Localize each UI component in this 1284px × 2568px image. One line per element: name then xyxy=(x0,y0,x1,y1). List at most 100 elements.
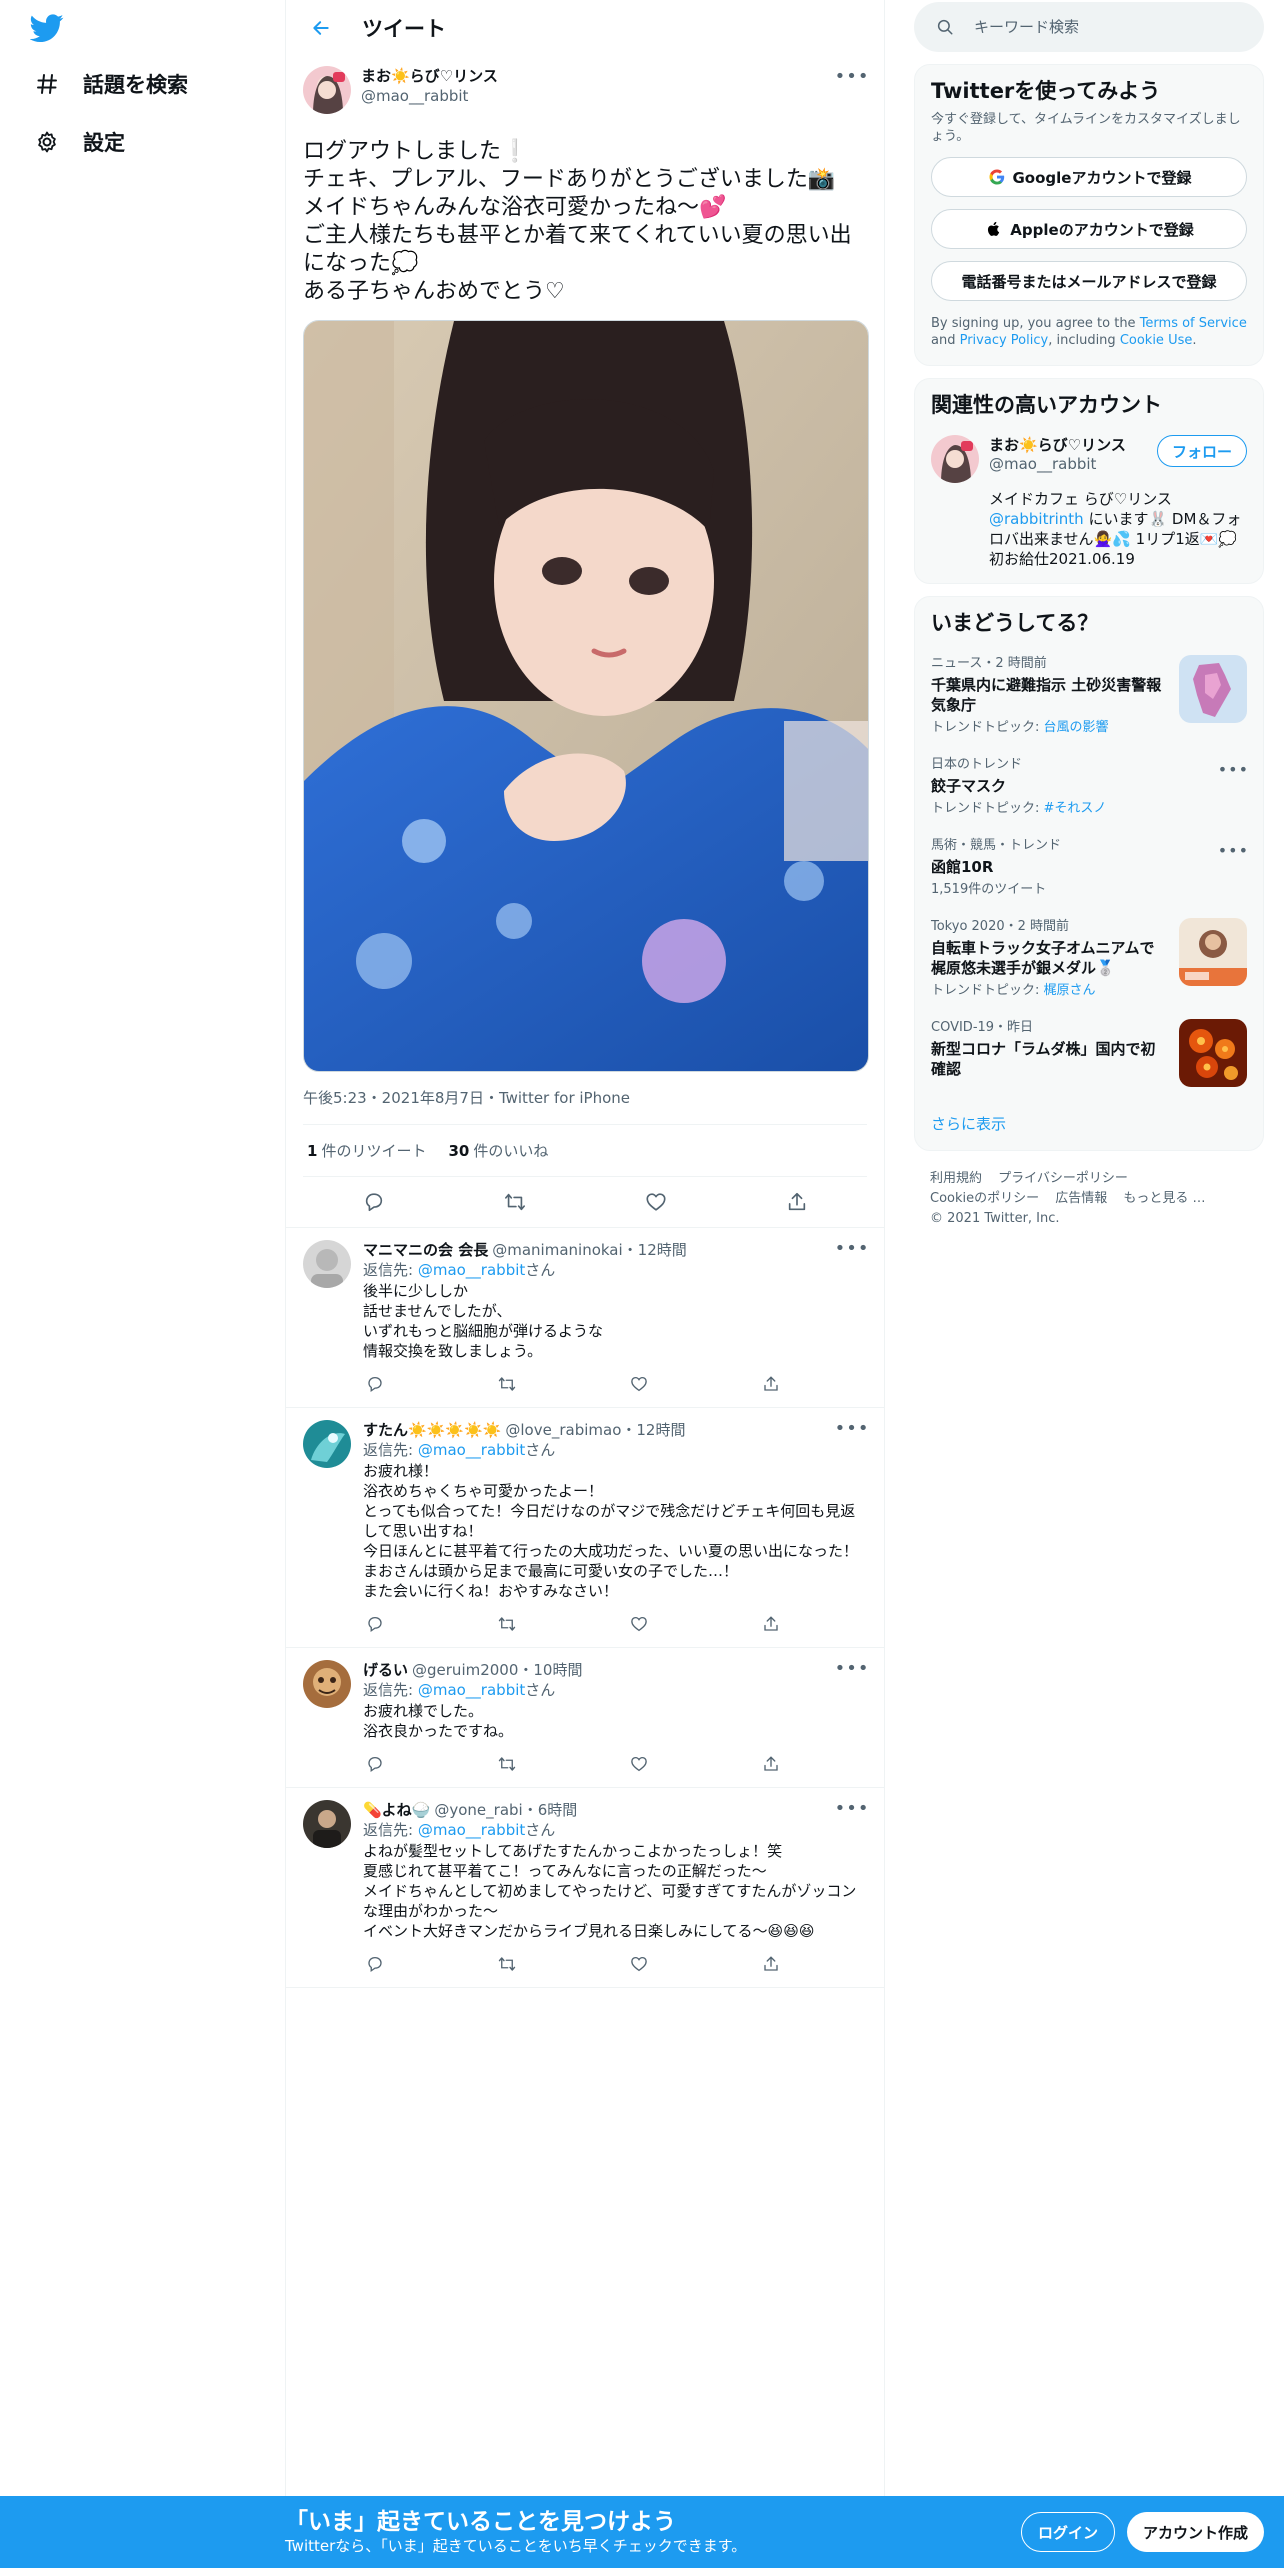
more-icon[interactable]: ••• xyxy=(1218,760,1249,779)
show-more-link[interactable]: さらに表示 xyxy=(915,1097,1263,1150)
footer-link-more[interactable]: もっと見る … xyxy=(1123,1191,1205,1206)
search-input[interactable] xyxy=(974,18,1224,36)
trend-thumbnail xyxy=(1179,1019,1247,1087)
reply-text: お疲れ様！ 浴衣めちゃくちゃ可愛かったよー！ とっても似合ってた！今日だけなのが… xyxy=(363,1462,859,1600)
tweet-timestamp[interactable]: 午後5:23・2021年8月7日・Twitter for iPhone xyxy=(303,1088,867,1125)
footer-link-terms[interactable]: 利用規約 xyxy=(930,1171,982,1186)
avatar[interactable] xyxy=(303,1420,351,1468)
share-icon xyxy=(788,1192,805,1211)
reply-author-name[interactable]: げるい xyxy=(363,1660,408,1680)
retweet-button[interactable] xyxy=(500,1187,530,1217)
like-button[interactable] xyxy=(627,1612,651,1636)
share-icon xyxy=(764,1616,778,1631)
share-button[interactable] xyxy=(759,1752,783,1776)
apple-signup-button[interactable]: Appleのアカウントで登録 xyxy=(931,209,1247,249)
reply-button[interactable] xyxy=(363,1372,387,1396)
reply-button[interactable] xyxy=(363,1952,387,1976)
reply-author-name[interactable]: すたん☀️☀️☀️☀️☀️ xyxy=(363,1420,501,1440)
avatar[interactable] xyxy=(931,435,979,483)
related-account-name[interactable]: まお☀️らび♡リンス xyxy=(989,435,1157,455)
bio-mention-link[interactable]: @rabbitrinth xyxy=(989,510,1084,528)
trend-title: 千葉県内に避難指示 土砂災害警報 気象庁 xyxy=(931,676,1162,714)
reply-tweet[interactable]: げるい @geruim2000・10時間 返信先: @mao__rabbitさん … xyxy=(286,1647,884,1787)
reply-button[interactable] xyxy=(363,1612,387,1636)
retweet-count[interactable]: 1 件のリツイート xyxy=(307,1140,426,1161)
more-icon[interactable]: ••• xyxy=(835,66,869,87)
reply-to-user-link[interactable]: @mao__rabbit xyxy=(418,1441,525,1459)
retweet-button[interactable] xyxy=(495,1752,519,1776)
trend-topic-link[interactable]: 梶原さん xyxy=(1044,983,1096,998)
trend-topic-link[interactable]: #それスノ xyxy=(1044,801,1107,816)
footer-link-ads[interactable]: 広告情報 xyxy=(1055,1191,1107,1206)
trend-item[interactable]: ニュース・2 時間前 千葉県内に避難指示 土砂災害警報 気象庁 トレンドトピック… xyxy=(915,645,1263,746)
reply-button[interactable] xyxy=(363,1752,387,1776)
phone-signup-button[interactable]: 電話番号またはメールアドレスで登録 xyxy=(931,261,1247,301)
follow-button[interactable]: フォロー xyxy=(1156,435,1247,467)
related-account-handle[interactable]: @mao__rabbit xyxy=(989,455,1157,473)
signup-legal: By signing up, you agree to the Terms of… xyxy=(931,316,1247,348)
more-icon[interactable]: ••• xyxy=(835,1798,869,1819)
nav-settings[interactable]: 設定 xyxy=(33,120,125,164)
like-button[interactable] xyxy=(627,1952,651,1976)
footer-link-privacy[interactable]: プライバシーポリシー xyxy=(998,1171,1128,1186)
reply-to-user-link[interactable]: @mao__rabbit xyxy=(418,1821,525,1839)
avatar[interactable] xyxy=(303,1800,351,1848)
retweet-icon xyxy=(504,1193,525,1211)
share-button[interactable] xyxy=(759,1952,783,1976)
reply-author-handle[interactable]: @manimaninokai・12時間 xyxy=(492,1240,687,1260)
trend-item[interactable]: 日本のトレンド 餃子マスク トレンドトピック: #それスノ ••• xyxy=(915,746,1263,827)
reply-button[interactable] xyxy=(359,1187,389,1217)
reply-author-handle[interactable]: @geruim2000・10時間 xyxy=(412,1660,582,1680)
trend-item[interactable]: 馬術・競馬・トレンド 函館10R 1,519件のツイート ••• xyxy=(915,827,1263,908)
reply-author-name[interactable]: マニマニの会 会長 xyxy=(363,1240,488,1260)
more-icon[interactable]: ••• xyxy=(1218,841,1249,860)
avatar[interactable] xyxy=(303,1660,351,1708)
reply-author-handle[interactable]: @yone_rabi・6時間 xyxy=(434,1800,577,1820)
footer-link-cookie[interactable]: Cookieのポリシー xyxy=(930,1191,1039,1206)
trend-item[interactable]: Tokyo 2020・2 時間前 自転車トラック女子オムニアムで梶原悠未選手が銀… xyxy=(915,908,1263,1009)
search-box[interactable] xyxy=(914,2,1264,52)
avatar[interactable] xyxy=(303,66,351,114)
author-name[interactable]: まお☀️らび♡リンス xyxy=(361,66,837,86)
share-button[interactable] xyxy=(759,1372,783,1396)
like-button[interactable] xyxy=(641,1187,671,1217)
trend-item[interactable]: COVID-19・昨日 新型コロナ「ラムダ株」国内で初確認 xyxy=(915,1009,1263,1097)
trend-topic-link[interactable]: 台風の影響 xyxy=(1044,720,1109,735)
retweet-button[interactable] xyxy=(495,1952,519,1976)
back-button[interactable] xyxy=(306,13,336,43)
like-button[interactable] xyxy=(627,1752,651,1776)
reply-actions xyxy=(363,1741,783,1787)
more-icon[interactable]: ••• xyxy=(835,1238,869,1259)
cookie-link[interactable]: Cookie Use xyxy=(1120,333,1193,348)
reply-tweet[interactable]: 💊よね🍚 @yone_rabi・6時間 返信先: @mao__rabbitさん よ… xyxy=(286,1787,884,1988)
privacy-link[interactable]: Privacy Policy xyxy=(960,333,1049,348)
reply-tweet[interactable]: すたん☀️☀️☀️☀️☀️ @love_rabimao・12時間 返信先: @ma… xyxy=(286,1407,884,1647)
share-button[interactable] xyxy=(759,1612,783,1636)
more-icon[interactable]: ••• xyxy=(835,1658,869,1679)
retweet-button[interactable] xyxy=(495,1372,519,1396)
trend-thumbnail xyxy=(1179,655,1247,723)
related-account[interactable]: まお☀️らび♡リンス @mao__rabbit フォロー xyxy=(931,435,1247,483)
more-icon[interactable]: ••• xyxy=(835,1418,869,1439)
reply-tweet[interactable]: マニマニの会 会長 @manimaninokai・12時間 返信先: @mao__… xyxy=(286,1227,884,1407)
tweet-photo[interactable] xyxy=(303,320,869,1072)
author-handle[interactable]: @mao__rabbit xyxy=(361,86,837,106)
signup-button[interactable]: アカウント作成 xyxy=(1126,2512,1264,2552)
like-button[interactable] xyxy=(627,1372,651,1396)
like-count[interactable]: 30 件のいいね xyxy=(448,1140,548,1161)
google-signup-button[interactable]: Googleアカウントで登録 xyxy=(931,157,1247,197)
nav-explore[interactable]: 話題を検索 xyxy=(33,62,188,106)
reply-author-handle[interactable]: @love_rabimao・12時間 xyxy=(505,1420,685,1440)
avatar[interactable] xyxy=(303,1240,351,1288)
reply-to-user-link[interactable]: @mao__rabbit xyxy=(418,1261,525,1279)
reply-to-user-link[interactable]: @mao__rabbit xyxy=(418,1681,525,1699)
reply-author-name[interactable]: 💊よね🍚 xyxy=(363,1800,430,1820)
google-signup-label: Googleアカウントで登録 xyxy=(1012,168,1192,187)
trend-title: 新型コロナ「ラムダ株」国内で初確認 xyxy=(931,1040,1156,1078)
retweet-button[interactable] xyxy=(495,1612,519,1636)
share-button[interactable] xyxy=(782,1187,812,1217)
trend-title: 自転車トラック女子オムニアムで梶原悠未選手が銀メダル🥈 xyxy=(931,939,1155,977)
terms-link[interactable]: Terms of Service xyxy=(1140,316,1247,331)
twitter-bird-icon[interactable] xyxy=(29,14,64,44)
login-button[interactable]: ログイン xyxy=(1020,2512,1115,2552)
